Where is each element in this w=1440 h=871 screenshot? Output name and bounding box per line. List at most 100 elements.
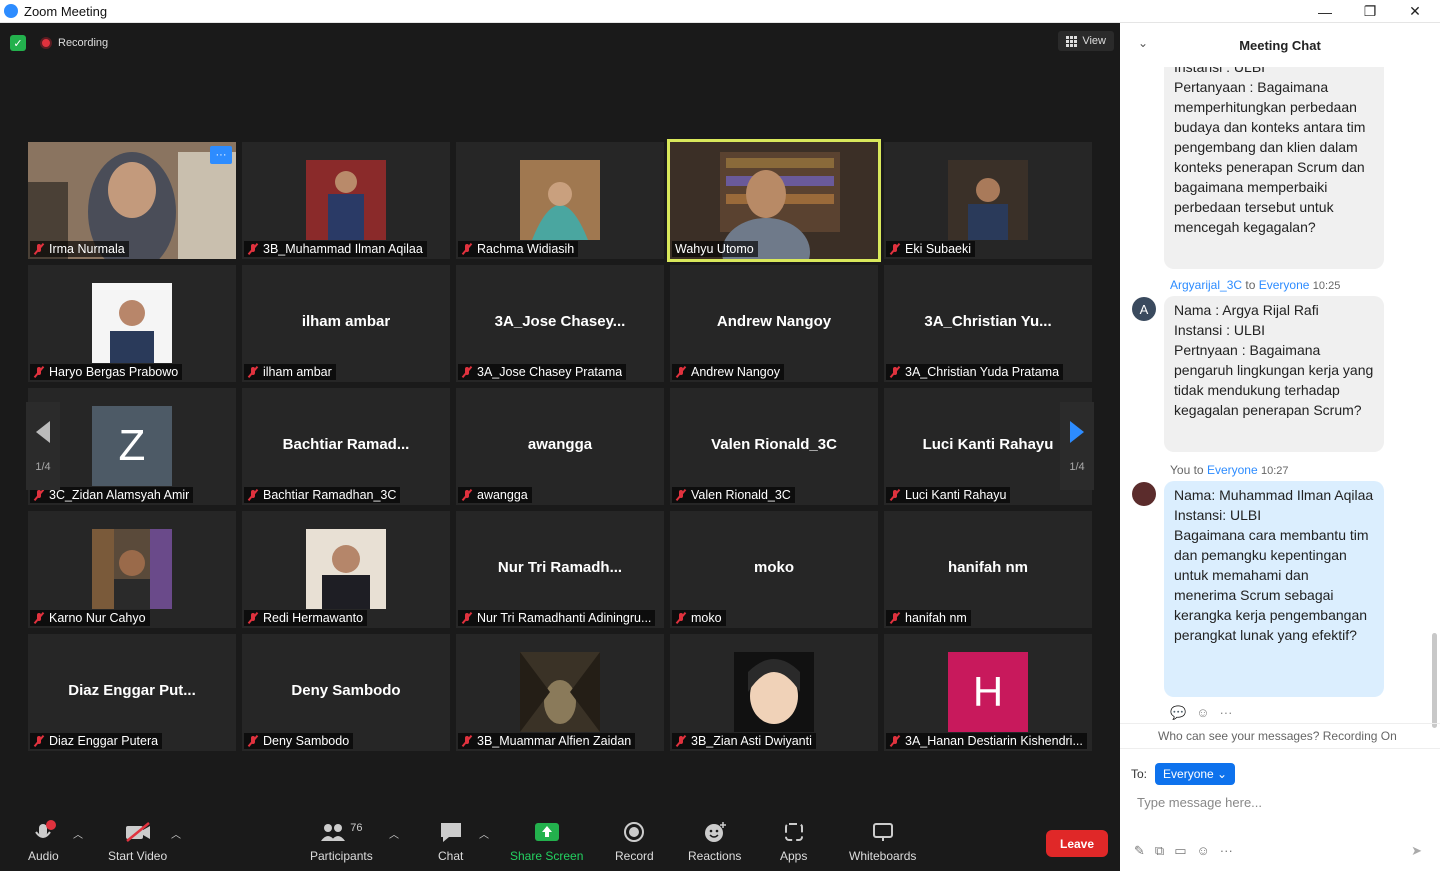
participant-display-name: Valen Rionald_3C [711, 436, 837, 453]
participants-options-caret[interactable]: ︿ [389, 826, 399, 841]
video-options-caret[interactable]: ︿ [171, 826, 181, 841]
close-button[interactable]: ✕ [1392, 0, 1438, 23]
emoji-icon[interactable]: ☺ [1197, 843, 1210, 859]
chat-scrollbar[interactable] [1432, 633, 1437, 728]
participant-tile[interactable]: Haryo Bergas Prabowo [28, 265, 236, 382]
leave-button[interactable]: Leave [1046, 830, 1108, 857]
reactions-button[interactable]: Reactions [688, 820, 741, 863]
participants-label: Participants [310, 849, 373, 863]
start-video-button[interactable]: Start Video [108, 820, 167, 863]
participant-tile[interactable]: moko moko [670, 511, 878, 628]
security-shield-icon[interactable]: ✓ [10, 35, 26, 51]
participant-tile[interactable]: 3A_Jose Chasey... 3A_Jose Chasey Pratama [456, 265, 664, 382]
participant-display-name: Diaz Enggar Put... [68, 682, 196, 699]
audio-button[interactable]: Audio [28, 820, 59, 863]
next-page-button[interactable]: 1/4 [1060, 402, 1094, 490]
participant-name-label: Wahyu Utomo [672, 241, 758, 257]
participant-name-label: Luci Kanti Rahayu [886, 487, 1011, 503]
view-button[interactable]: View [1058, 31, 1114, 51]
audio-label: Audio [28, 849, 59, 863]
participants-icon: 76 [320, 820, 362, 844]
reply-icon[interactable]: 💬 [1170, 705, 1186, 721]
chat-message-meta: You to Everyone 10:27 [1170, 463, 1289, 477]
participant-tile[interactable]: Eki Subaeki [884, 142, 1092, 259]
participant-photo [520, 160, 600, 240]
chevron-down-icon[interactable]: ⌄ [1138, 36, 1148, 50]
participant-name-label: Haryo Bergas Prabowo [30, 364, 183, 380]
participant-tile[interactable]: Karno Nur Cahyo [28, 511, 236, 628]
message-time: 10:25 [1312, 280, 1341, 292]
participant-tile[interactable]: Redi Hermawanto [242, 511, 450, 628]
participant-tile[interactable]: Andrew Nangoy Andrew Nangoy [670, 265, 878, 382]
whiteboards-button[interactable]: Whiteboards [849, 820, 916, 863]
participant-photo [92, 283, 172, 363]
mic-muted-icon [33, 243, 45, 255]
who-can-see-notice[interactable]: Who can see your messages? Recording On [1120, 723, 1440, 749]
more-icon[interactable]: ··· [1219, 705, 1232, 721]
participant-name-label: ilham ambar [244, 364, 336, 380]
mic-muted-icon [461, 489, 473, 501]
more-options-icon[interactable]: ··· [1220, 843, 1233, 859]
participant-tile[interactable]: 3B_Muhammad Ilman Aqilaa [242, 142, 450, 259]
reactions-label: Reactions [688, 849, 742, 863]
participant-tile[interactable]: ··· Irma Nurmala [28, 142, 236, 259]
apps-button[interactable]: Apps [780, 820, 807, 863]
participant-name-label: awangga [458, 487, 532, 503]
participant-tile[interactable]: Valen Rionald_3C Valen Rionald_3C [670, 388, 878, 505]
recipient-select[interactable]: Everyone ⌄ [1155, 763, 1236, 785]
window-title: Zoom Meeting [24, 3, 108, 19]
participant-tile[interactable]: Diaz Enggar Put... Diaz Enggar Putera [28, 634, 236, 751]
participant-tile[interactable]: hanifah nm hanifah nm [884, 511, 1092, 628]
chat-options-caret[interactable]: ︿ [479, 826, 489, 841]
participant-tile[interactable]: ilham ambar ilham ambar [242, 265, 450, 382]
maximize-button[interactable]: ❐ [1347, 0, 1393, 23]
participant-tile[interactable]: Deny Sambodo Deny Sambodo [242, 634, 450, 751]
chat-header: ⌄ Meeting Chat [1120, 23, 1440, 67]
previous-page-button[interactable]: 1/4 [26, 402, 60, 490]
share-screen-button[interactable]: Share Screen [510, 820, 583, 863]
participant-tile[interactable]: 3B_Muammar Alfien Zaidan [456, 634, 664, 751]
participants-button[interactable]: 76 Participants [310, 820, 373, 863]
mic-muted-icon [461, 735, 473, 747]
screenshot-icon[interactable]: ⧉ [1155, 843, 1164, 859]
meeting-status-bar: ✓ Recording [10, 35, 108, 51]
chat-bubble-icon [439, 820, 463, 844]
mic-muted-icon [33, 489, 45, 501]
chat-message-input[interactable]: Type message here... [1137, 795, 1262, 810]
participant-name-label: 3A_Hanan Destiarin Kishendri... [886, 733, 1087, 749]
add-reaction-icon[interactable]: ☺ [1196, 705, 1209, 721]
recording-dot-icon [40, 37, 52, 49]
microphone-icon [30, 820, 57, 844]
tile-more-button[interactable]: ··· [210, 146, 232, 164]
chat-button[interactable]: Chat [438, 820, 463, 863]
share-screen-label: Share Screen [510, 849, 584, 863]
participant-tile[interactable]: 3B_Zian Asti Dwiyanti [670, 634, 878, 751]
meeting-chat-panel: ⌄ Meeting Chat Instansi : ULBI Pertanyaa… [1120, 23, 1440, 871]
participant-name-label: moko [672, 610, 726, 626]
recording-label: Recording [58, 37, 109, 49]
arrow-right-icon [1070, 421, 1084, 443]
record-icon [623, 820, 645, 844]
participant-tile[interactable]: Nur Tri Ramadh... Nur Tri Ramadhanti Adi… [456, 511, 664, 628]
who-can-see-text: Who can see your messages? Recording On [1158, 729, 1397, 743]
recording-indicator[interactable]: Recording [40, 37, 108, 49]
participant-tile[interactable]: Rachma Widiasih [456, 142, 664, 259]
video-off-icon [124, 820, 152, 844]
audio-options-caret[interactable]: ︿ [73, 826, 83, 841]
file-icon[interactable]: ▭ [1174, 843, 1186, 859]
record-button[interactable]: Record [615, 820, 654, 863]
participant-tile-active-speaker[interactable]: Wahyu Utomo [667, 139, 881, 262]
participant-display-name: 3A_Jose Chasey... [494, 313, 626, 330]
participant-photo [306, 529, 386, 609]
chat-label: Chat [438, 849, 464, 863]
participant-tile[interactable]: awangga awangga [456, 388, 664, 505]
minimize-button[interactable]: — [1302, 0, 1348, 23]
mic-muted-icon [675, 612, 687, 624]
participant-tile[interactable]: Bachtiar Ramad... Bachtiar Ramadhan_3C [242, 388, 450, 505]
participants-count: 76 [350, 822, 363, 834]
format-text-icon[interactable]: ✎ [1134, 843, 1145, 859]
send-icon[interactable]: ➤ [1411, 843, 1422, 859]
participant-tile[interactable]: H 3A_Hanan Destiarin Kishendri... [884, 634, 1092, 751]
participant-photo [734, 652, 814, 732]
participant-tile[interactable]: 3A_Christian Yu... 3A_Christian Yuda Pra… [884, 265, 1092, 382]
